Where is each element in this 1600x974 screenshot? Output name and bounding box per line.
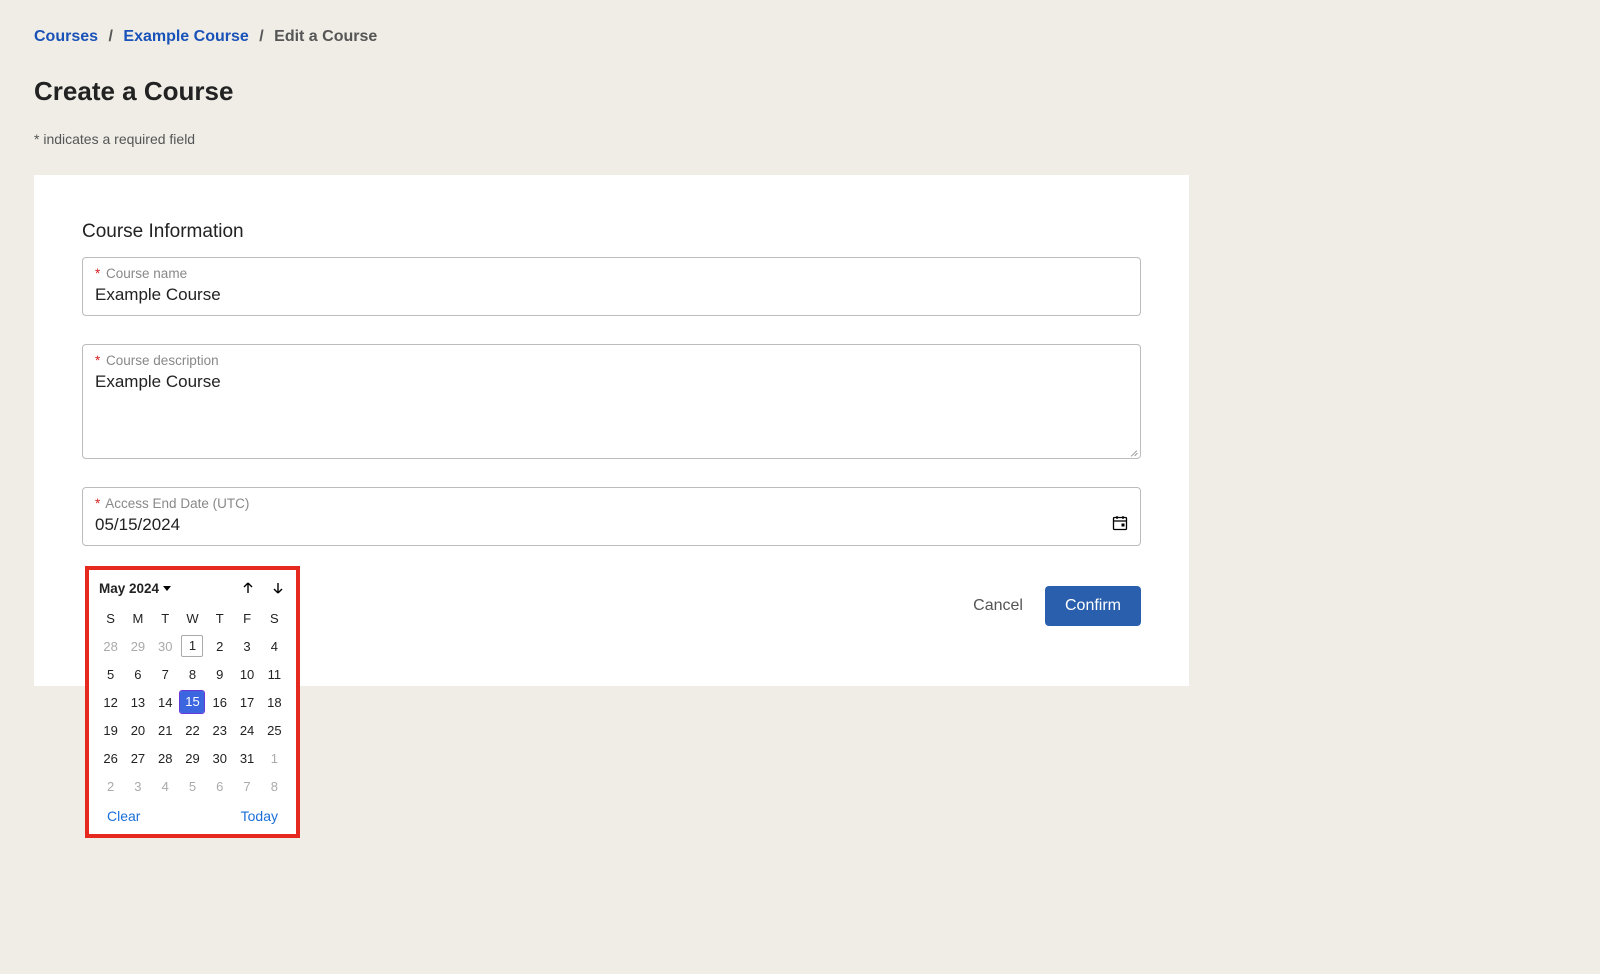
textarea-resize-handle[interactable] [1128,446,1138,456]
required-field-note: * indicates a required field [34,131,1566,147]
datepicker-day[interactable]: 7 [233,772,260,800]
datepicker-day[interactable]: 23 [206,716,233,744]
datepicker-day[interactable]: 8 [179,660,206,688]
arrow-down-icon [270,580,286,596]
datepicker-clear-button[interactable]: Clear [107,808,140,824]
datepicker-day[interactable]: 12 [97,688,124,716]
confirm-button[interactable]: Confirm [1045,586,1141,626]
cancel-button[interactable]: Cancel [973,597,1023,615]
datepicker-day[interactable]: 20 [124,716,151,744]
breadcrumb-separator: / [259,28,263,45]
datepicker-weekday-header: T [206,604,233,632]
datepicker-weekday-header: S [97,604,124,632]
datepicker-day[interactable]: 10 [233,660,260,688]
datepicker-weekday-header: T [152,604,179,632]
datepicker-grid: SMTWTFS 28293012345678910111213141516171… [97,604,288,800]
datepicker-weekday-header: S [261,604,288,632]
datepicker-day[interactable]: 18 [261,688,288,716]
calendar-icon[interactable] [1112,515,1128,531]
datepicker-day[interactable]: 22 [179,716,206,744]
datepicker-today-button[interactable]: Today [241,808,278,824]
access-end-date-field[interactable]: * Access End Date (UTC) 05/15/2024 [82,487,1141,546]
datepicker-month-selector[interactable]: May 2024 [99,581,171,596]
datepicker-day[interactable]: 28 [97,632,124,660]
datepicker-prev-month-button[interactable] [240,580,256,596]
datepicker-day[interactable]: 5 [179,772,206,800]
course-description-field[interactable]: * Course description [82,344,1141,459]
breadcrumb-separator: / [108,28,112,45]
datepicker-day[interactable]: 5 [97,660,124,688]
datepicker-weekday-header: W [179,604,206,632]
arrow-up-icon [240,580,256,596]
datepicker-day[interactable]: 31 [233,744,260,772]
datepicker-day[interactable]: 6 [124,660,151,688]
datepicker-day[interactable]: 25 [261,716,288,744]
breadcrumb-current: Edit a Course [274,28,377,45]
breadcrumb: Courses / Example Course / Edit a Course [34,28,1566,46]
datepicker-day[interactable]: 3 [124,772,151,800]
datepicker-day[interactable]: 29 [124,632,151,660]
datepicker-weekday-header: M [124,604,151,632]
datepicker-day[interactable]: 3 [233,632,260,660]
course-description-label: * Course description [95,353,1128,368]
datepicker-day[interactable]: 11 [261,660,288,688]
datepicker-day[interactable]: 2 [97,772,124,800]
chevron-down-icon [163,586,171,591]
datepicker-weekday-header: F [233,604,260,632]
datepicker-day[interactable]: 16 [206,688,233,716]
datepicker-day[interactable]: 30 [206,744,233,772]
datepicker-day[interactable]: 7 [152,660,179,688]
datepicker-day[interactable]: 14 [152,688,179,716]
course-name-label: * Course name [95,266,1128,281]
page-title: Create a Course [34,76,1566,107]
datepicker-day[interactable]: 4 [152,772,179,800]
datepicker-day[interactable]: 1 [179,632,206,660]
datepicker-day[interactable]: 9 [206,660,233,688]
datepicker-day[interactable]: 30 [152,632,179,660]
datepicker-day[interactable]: 2 [206,632,233,660]
breadcrumb-link-courses[interactable]: Courses [34,28,98,45]
datepicker-day[interactable]: 19 [97,716,124,744]
datepicker-day[interactable]: 6 [206,772,233,800]
datepicker-day[interactable]: 29 [179,744,206,772]
datepicker-day[interactable]: 8 [261,772,288,800]
datepicker-day[interactable]: 15 [179,688,206,716]
datepicker-next-month-button[interactable] [270,580,286,596]
access-end-date-label: * Access End Date (UTC) [95,496,1128,511]
datepicker-day[interactable]: 24 [233,716,260,744]
course-name-input[interactable] [95,281,1128,305]
course-name-field[interactable]: * Course name [82,257,1141,316]
datepicker-day[interactable]: 17 [233,688,260,716]
section-heading: Course Information [82,221,1141,243]
datepicker-day[interactable]: 26 [97,744,124,772]
datepicker-day[interactable]: 13 [124,688,151,716]
course-description-input[interactable] [95,368,1128,448]
datepicker-day[interactable]: 27 [124,744,151,772]
datepicker-day[interactable]: 28 [152,744,179,772]
access-end-date-input[interactable]: 05/15/2024 [95,511,180,535]
datepicker-popup: May 2024 SMTWTFS 28293012345678910111213… [85,566,300,838]
datepicker-day[interactable]: 4 [261,632,288,660]
datepicker-day[interactable]: 1 [261,744,288,772]
datepicker-day[interactable]: 21 [152,716,179,744]
datepicker-month-label: May 2024 [99,581,159,596]
breadcrumb-link-example-course[interactable]: Example Course [123,28,248,45]
